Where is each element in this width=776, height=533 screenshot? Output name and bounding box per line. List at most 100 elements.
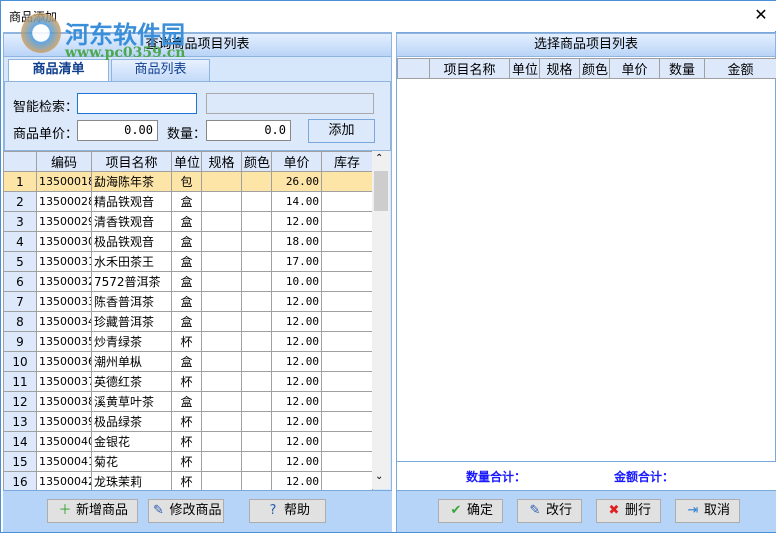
- table-row[interactable]: 4 13500030 极品铁观音盒 18.00: [3, 231, 373, 252]
- column-header-name[interactable]: 项目名称: [429, 58, 510, 79]
- column-header-unit[interactable]: 单位: [171, 151, 202, 172]
- button-label: 帮助: [283, 503, 310, 518]
- cell-spec: [201, 211, 242, 232]
- column-header-qty[interactable]: 数量: [659, 58, 705, 79]
- cell-stock: [321, 391, 373, 412]
- column-header-color[interactable]: 颜色: [241, 151, 272, 172]
- cell-name: 水禾田茶王: [91, 251, 172, 272]
- close-icon[interactable]: ✕: [751, 5, 771, 25]
- scroll-down-icon[interactable]: ⌄: [375, 471, 383, 482]
- cell-stock: [321, 311, 373, 332]
- cell-unit: 杯: [171, 411, 202, 432]
- cell-spec: [201, 231, 242, 252]
- cell-color: [241, 411, 272, 432]
- cell-price: 12.00: [271, 431, 322, 452]
- edit-product-button[interactable]: ✎ 修改商品: [148, 499, 224, 523]
- table-row[interactable]: 13 13500039 极品绿茶杯 12.00: [3, 411, 373, 432]
- cell-code: 13500030: [36, 231, 92, 252]
- scroll-up-icon[interactable]: ⌃: [375, 153, 383, 164]
- scrollbar-thumb[interactable]: [374, 171, 388, 211]
- table-row[interactable]: 8 13500034 珍藏普洱茶盒 12.00: [3, 311, 373, 332]
- column-header-row-number[interactable]: [3, 151, 37, 172]
- table-row[interactable]: 2 13500028 精品铁观音盒 14.00: [3, 191, 373, 212]
- cell-color: [241, 291, 272, 312]
- cell-color: [241, 271, 272, 292]
- column-header-unit[interactable]: 单位: [509, 58, 540, 79]
- cell-name: 极品铁观音: [91, 231, 172, 252]
- help-button[interactable]: ? 帮助: [249, 499, 326, 523]
- qty-label: 数量：: [167, 127, 207, 142]
- cell-price: 12.00: [271, 371, 322, 392]
- cancel-button[interactable]: ⇥ 取消: [675, 499, 740, 523]
- table-row[interactable]: 10 13500036 潮州单枞盒 12.00: [3, 351, 373, 372]
- column-header-amount[interactable]: 金额: [704, 58, 776, 79]
- cell-stock: [321, 411, 373, 432]
- tab-product-inventory[interactable]: 商品清单: [8, 59, 109, 81]
- cell-spec: [201, 191, 242, 212]
- column-header-spec[interactable]: 规格: [201, 151, 242, 172]
- cell-row-number: 4: [3, 231, 37, 252]
- cell-stock: [321, 351, 373, 372]
- cell-price: 12.00: [271, 391, 322, 412]
- column-header-stock[interactable]: 库存: [321, 151, 373, 172]
- table-row[interactable]: 6 13500032 7572普洱茶盒 10.00: [3, 271, 373, 292]
- add-button[interactable]: 添加: [308, 119, 375, 143]
- confirm-button[interactable]: ✔ 确定: [438, 499, 503, 523]
- amount-total-label: 金额合计：: [614, 470, 675, 484]
- cell-code: 13500039: [36, 411, 92, 432]
- table-row[interactable]: 3 13500029 清香铁观音盒 12.00: [3, 211, 373, 232]
- qty-input[interactable]: 0.0: [206, 120, 291, 141]
- price-input[interactable]: 0.00: [77, 120, 158, 141]
- cell-price: 12.00: [271, 451, 322, 472]
- cell-color: [241, 351, 272, 372]
- cell-name: 珍藏普洱茶: [91, 311, 172, 332]
- cell-code: 13500032: [36, 271, 92, 292]
- cell-stock: [321, 271, 373, 292]
- cell-row-number: 10: [3, 351, 37, 372]
- table-row[interactable]: 5 13500031 水禾田茶王盒 17.00: [3, 251, 373, 272]
- cell-name: 溪黄草叶茶: [91, 391, 172, 412]
- cell-unit: 盒: [171, 211, 202, 232]
- cell-row-number: 2: [3, 191, 37, 212]
- cell-spec: [201, 171, 242, 192]
- search-hint-field: [206, 93, 374, 114]
- column-header-row-number[interactable]: [397, 58, 430, 79]
- tab-product-list[interactable]: 商品列表: [111, 59, 210, 81]
- edit-row-button[interactable]: ✎ 改行: [517, 499, 582, 523]
- table-row[interactable]: 11 13500037 英德红茶杯 12.00: [3, 371, 373, 392]
- cell-color: [241, 471, 272, 492]
- cell-name: 潮州单枞: [91, 351, 172, 372]
- table-row[interactable]: 16 13500042 龙珠茉莉杯 12.00: [3, 471, 373, 492]
- column-header-price[interactable]: 单价: [609, 58, 660, 79]
- cell-row-number: 7: [3, 291, 37, 312]
- cell-stock: [321, 331, 373, 352]
- cell-stock: [321, 171, 373, 192]
- add-product-button[interactable]: ＋新增商品: [47, 499, 138, 523]
- table-row[interactable]: 15 13500041 菊花杯 12.00: [3, 451, 373, 472]
- cell-unit: 杯: [171, 451, 202, 472]
- cell-code: 13500029: [36, 211, 92, 232]
- column-header-color[interactable]: 颜色: [579, 58, 610, 79]
- search-input[interactable]: [77, 93, 197, 114]
- table-row[interactable]: 1 13500018 勐海陈年茶包 26.00: [3, 171, 373, 192]
- column-header-code[interactable]: 编码: [36, 151, 92, 172]
- column-header-name[interactable]: 项目名称: [91, 151, 172, 172]
- column-header-spec[interactable]: 规格: [539, 58, 580, 79]
- cell-color: [241, 431, 272, 452]
- cell-code: 13500033: [36, 291, 92, 312]
- cell-row-number: 11: [3, 371, 37, 392]
- right-header: 选择商品项目列表: [396, 33, 776, 57]
- table-row[interactable]: 7 13500033 陈香普洱茶盒 12.00: [3, 291, 373, 312]
- table-row[interactable]: 14 13500040 金银花杯 12.00: [3, 431, 373, 452]
- table-row[interactable]: 9 13500035 炒青绿茶杯 12.00: [3, 331, 373, 352]
- table-row[interactable]: 12 13500038 溪黄草叶茶盒 12.00: [3, 391, 373, 412]
- cell-stock: [321, 251, 373, 272]
- delete-row-button[interactable]: ✖ 删行: [596, 499, 661, 523]
- cell-price: 12.00: [271, 471, 322, 492]
- cell-color: [241, 171, 272, 192]
- cell-row-number: 14: [3, 431, 37, 452]
- delete-icon: ✖: [608, 503, 620, 518]
- column-header-price[interactable]: 单价: [271, 151, 322, 172]
- cell-name: 龙珠茉莉: [91, 471, 172, 492]
- cell-name: 菊花: [91, 451, 172, 472]
